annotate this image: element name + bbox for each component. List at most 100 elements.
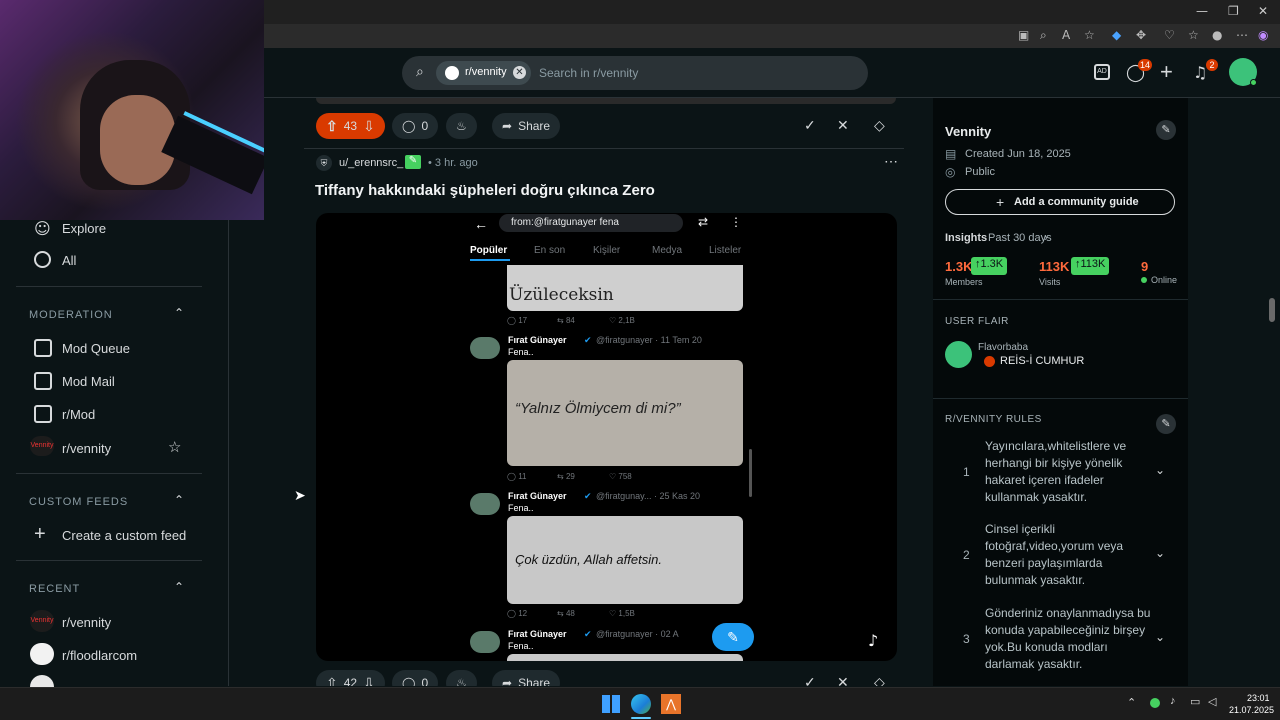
sidebar-item-explore[interactable]: Explore bbox=[62, 221, 106, 236]
remove-icon[interactable]: ✕ bbox=[837, 674, 849, 686]
comment-icon: ◯ bbox=[402, 119, 416, 133]
chevron-up-icon[interactable]: ⌃ bbox=[174, 580, 184, 594]
sidebar-item-r-vennity[interactable]: r/vennity bbox=[62, 441, 111, 456]
recent-item-vennity[interactable]: r/vennity bbox=[62, 615, 111, 630]
more-icon[interactable]: ⋯ bbox=[1236, 28, 1248, 42]
search-input[interactable]: Search in r/vennity bbox=[539, 66, 638, 80]
twitter-tab: Popüler bbox=[470, 245, 508, 256]
edit-pencil-icon[interactable]: ✎ bbox=[1156, 414, 1176, 434]
edge-browser-icon[interactable] bbox=[631, 694, 651, 714]
rule-item-1[interactable]: 1 Yayıncılara,whitelistlere ve herhangi … bbox=[945, 438, 1175, 508]
twitter-tab: Listeler bbox=[709, 245, 742, 256]
recent-header[interactable]: RECENT bbox=[29, 583, 80, 595]
taskbar-date[interactable]: 21.07.2025 bbox=[1229, 705, 1274, 715]
comments-button[interactable]: ◯ 0 bbox=[392, 670, 439, 686]
sidebar-item-mod-queue[interactable]: Mod Queue bbox=[62, 341, 130, 356]
taskbar-time[interactable]: 23:01 bbox=[1247, 693, 1270, 703]
custom-feeds-header[interactable]: CUSTOM FEEDS bbox=[29, 496, 128, 508]
advertise-icon[interactable]: AD bbox=[1094, 64, 1110, 80]
microphone-icon[interactable]: ♪ bbox=[1170, 695, 1176, 707]
add-community-guide-button[interactable]: + Add a community guide bbox=[945, 189, 1175, 215]
post-author[interactable]: u/_erennsrc_ bbox=[339, 157, 403, 169]
extension-icon[interactable]: ◆ bbox=[1112, 28, 1121, 42]
vote-button-group[interactable]: ⇧ 43 ⇩ bbox=[316, 113, 385, 139]
active-app-indicator bbox=[631, 717, 651, 719]
downvote-icon[interactable]: ⇩ bbox=[363, 118, 375, 135]
sidebar-item-r-mod[interactable]: r/Mod bbox=[62, 407, 95, 422]
sidebar-item-mod-mail[interactable]: Mod Mail bbox=[62, 374, 115, 389]
maximize-icon[interactable]: ❐ bbox=[1228, 4, 1239, 18]
chevron-up-icon[interactable]: ⌃ bbox=[174, 306, 184, 320]
profile-icon[interactable]: ● bbox=[1212, 28, 1222, 42]
chevron-down-icon[interactable]: ⌄ bbox=[1155, 546, 1165, 560]
twitter-tab-indicator bbox=[470, 259, 510, 261]
volume-icon[interactable]: ♪ bbox=[868, 631, 878, 650]
twitter-tab: Medya bbox=[652, 245, 683, 256]
close-icon[interactable]: ✕ bbox=[1258, 4, 1268, 18]
approve-icon[interactable]: ✓ bbox=[804, 674, 816, 686]
rule-item-2[interactable]: 2 Cinsel içerikli fotoğraf,video,yorum v… bbox=[945, 521, 1175, 591]
upvote-icon[interactable]: ⇧ bbox=[326, 118, 338, 135]
chevron-up-icon[interactable]: ⌃ bbox=[174, 493, 184, 507]
collections-icon[interactable]: ☆ bbox=[1188, 28, 1199, 42]
remove-icon[interactable]: ✕ bbox=[837, 117, 849, 134]
approve-icon[interactable]: ✓ bbox=[804, 117, 816, 134]
tray-status-icon[interactable] bbox=[1150, 698, 1160, 708]
zoom-icon[interactable]: ⌕ bbox=[1040, 28, 1047, 43]
post-media[interactable]: ← from:@firatgunayer fena ⇄ ⋮ Popüler En… bbox=[316, 213, 897, 661]
community-created-date: Created Jun 18, 2025 bbox=[965, 148, 1071, 160]
comments-button[interactable]: ◯ 0 bbox=[392, 113, 439, 139]
page-scrollbar[interactable] bbox=[1268, 98, 1276, 686]
extensions-icon[interactable]: ✥ bbox=[1136, 28, 1146, 42]
moderation-header[interactable]: MODERATION bbox=[29, 309, 113, 321]
rule-item-3[interactable]: 3 Gönderiniz onaylanmadıysa bu konuda ya… bbox=[945, 605, 1175, 675]
vote-button-group[interactable]: ⇧ 42 ⇩ bbox=[316, 670, 385, 686]
network-icon[interactable]: ▭ bbox=[1190, 695, 1200, 708]
share-button[interactable]: ➦ Share bbox=[492, 113, 561, 139]
upvote-icon[interactable]: ⇧ bbox=[326, 675, 338, 687]
tweet-reply-count: 17 bbox=[518, 316, 528, 325]
community-search-chip[interactable]: r/vennity ✕ bbox=[436, 61, 531, 85]
chevron-right-icon[interactable]: › bbox=[1044, 232, 1048, 244]
downvote-icon[interactable]: ⇩ bbox=[363, 675, 375, 687]
scrollbar-thumb[interactable] bbox=[1269, 298, 1275, 322]
tweet-handle: @firatgunayer · 02 A bbox=[596, 629, 679, 639]
post-title[interactable]: Tiffany hakkındaki şüpheleri doğru çıkın… bbox=[315, 182, 655, 199]
visits-delta: ↑113K bbox=[1071, 257, 1110, 275]
post-time: • 3 hr. ago bbox=[428, 157, 478, 169]
clear-chip-icon[interactable]: ✕ bbox=[513, 66, 526, 79]
windows-start-icon[interactable] bbox=[602, 695, 620, 713]
read-aloud-icon[interactable]: A bbox=[1062, 28, 1070, 42]
rule-text: Yayıncılara,whitelistlere ve herhangi bi… bbox=[985, 439, 1127, 504]
previous-post-media bbox=[316, 98, 896, 104]
edit-pencil-icon[interactable]: ✎ bbox=[1156, 120, 1176, 140]
app-taskbar-icon[interactable]: ⋀ bbox=[661, 694, 681, 714]
app-icon[interactable]: ▣ bbox=[1018, 28, 1029, 42]
flair-text[interactable]: REİS-İ CUMHUR bbox=[1000, 355, 1084, 367]
recent-item-floodlarcom[interactable]: r/floodlarcom bbox=[62, 648, 137, 663]
create-post-icon[interactable]: + bbox=[1160, 59, 1173, 85]
speaker-icon[interactable]: ◁ bbox=[1208, 695, 1216, 708]
share-button[interactable]: ➦ Share bbox=[492, 670, 561, 686]
browser-essentials-icon[interactable]: ♡ bbox=[1164, 28, 1175, 42]
tweet-author-name: Fırat Günayer bbox=[508, 629, 567, 639]
favorite-icon[interactable]: ☆ bbox=[1084, 28, 1095, 42]
minimize-icon[interactable]: — bbox=[1196, 4, 1208, 18]
award-button[interactable]: ♨ bbox=[446, 670, 477, 686]
author-avatar[interactable]: ⛨ bbox=[316, 155, 332, 171]
chevron-down-icon[interactable]: ⌄ bbox=[1155, 630, 1165, 644]
post-overflow-menu-icon[interactable]: ⋯ bbox=[884, 153, 898, 170]
chevron-down-icon[interactable]: ⌄ bbox=[1155, 463, 1165, 477]
sidebar-item-all[interactable]: All bbox=[62, 253, 76, 268]
mod-shield-icon[interactable]: ◇ bbox=[874, 674, 885, 686]
mod-shield-icon[interactable]: ◇ bbox=[874, 117, 885, 134]
award-button[interactable]: ♨ bbox=[446, 113, 477, 139]
insights-period-link[interactable]: Past 30 days bbox=[988, 232, 1052, 244]
star-icon[interactable]: ☆ bbox=[168, 438, 181, 456]
create-custom-feed-link[interactable]: Create a custom feed bbox=[62, 528, 186, 543]
copilot-icon[interactable]: ◉ bbox=[1258, 28, 1268, 42]
tray-chevron-up-icon[interactable]: ⌃ bbox=[1127, 696, 1136, 709]
tweet-author-avatar bbox=[470, 631, 500, 653]
flair-emoji-icon bbox=[984, 356, 995, 367]
vennity-logo: Vennity bbox=[30, 436, 54, 456]
